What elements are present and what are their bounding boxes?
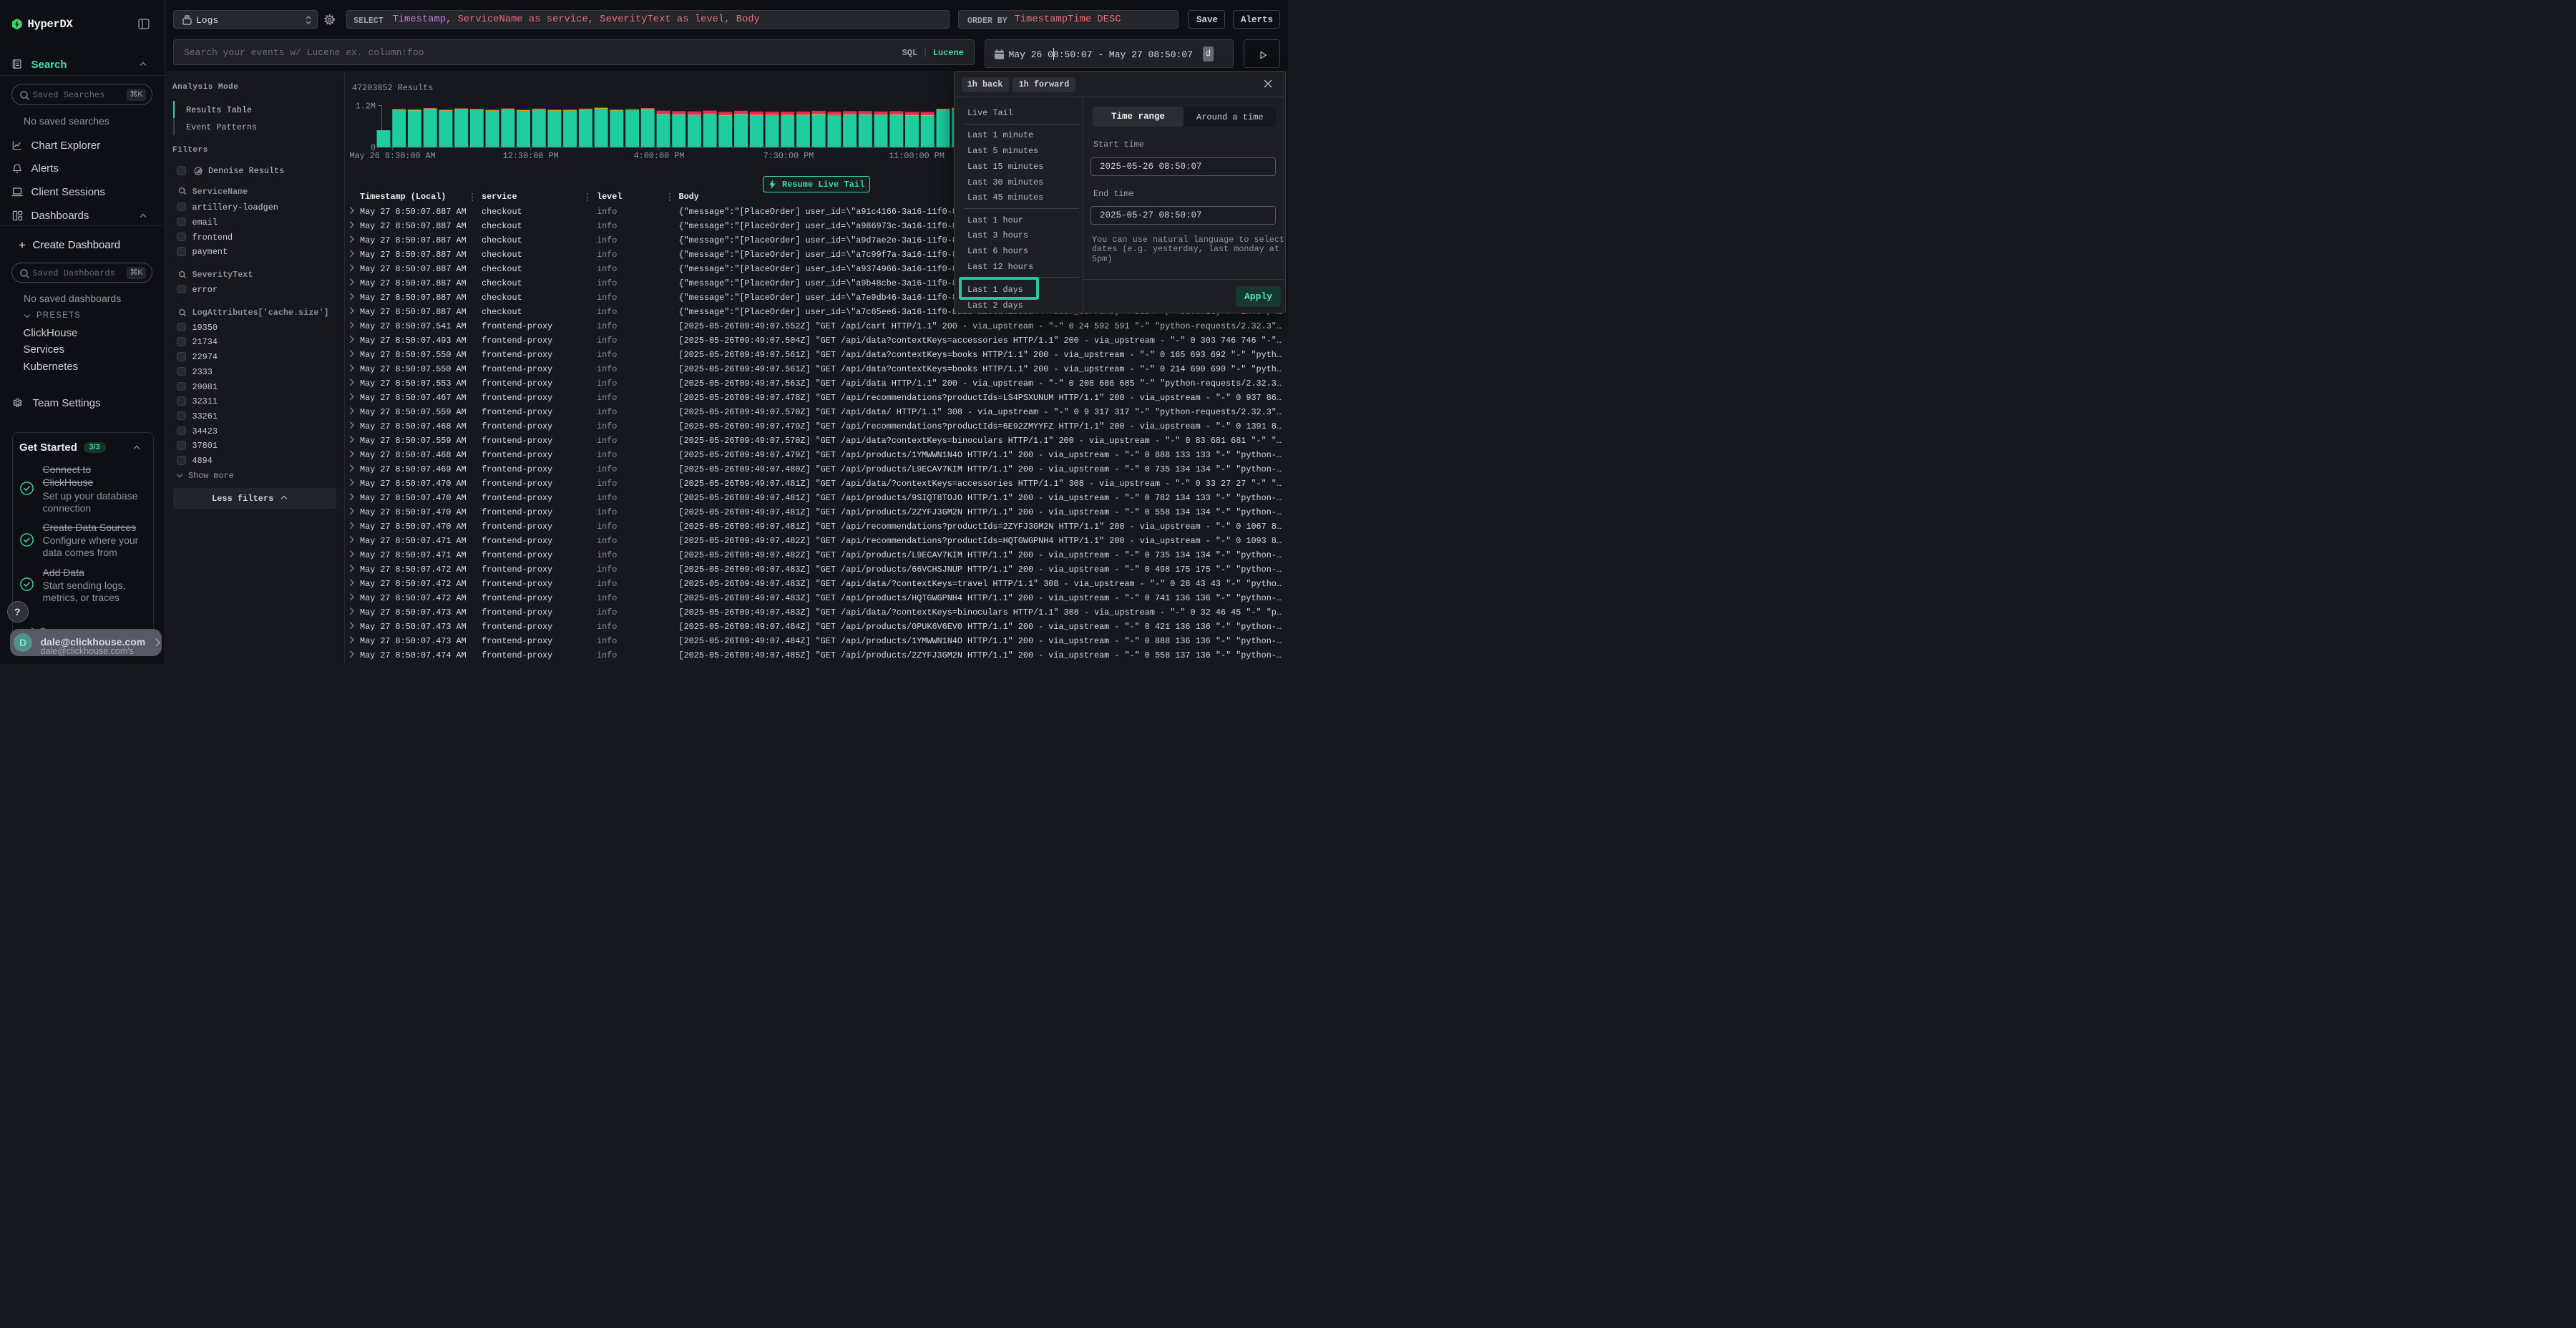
svg-text:1.2M: 1.2M bbox=[356, 102, 376, 112]
svg-text:12:30:00 PM: 12:30:00 PM bbox=[503, 151, 559, 161]
svg-text:11:00:00 PM: 11:00:00 PM bbox=[889, 151, 945, 161]
svg-text:May 26 8:30:00 AM: May 26 8:30:00 AM bbox=[349, 151, 435, 161]
svg-text:7:30:00 PM: 7:30:00 PM bbox=[763, 151, 814, 161]
svg-text:4:00:00 PM: 4:00:00 PM bbox=[634, 151, 685, 161]
